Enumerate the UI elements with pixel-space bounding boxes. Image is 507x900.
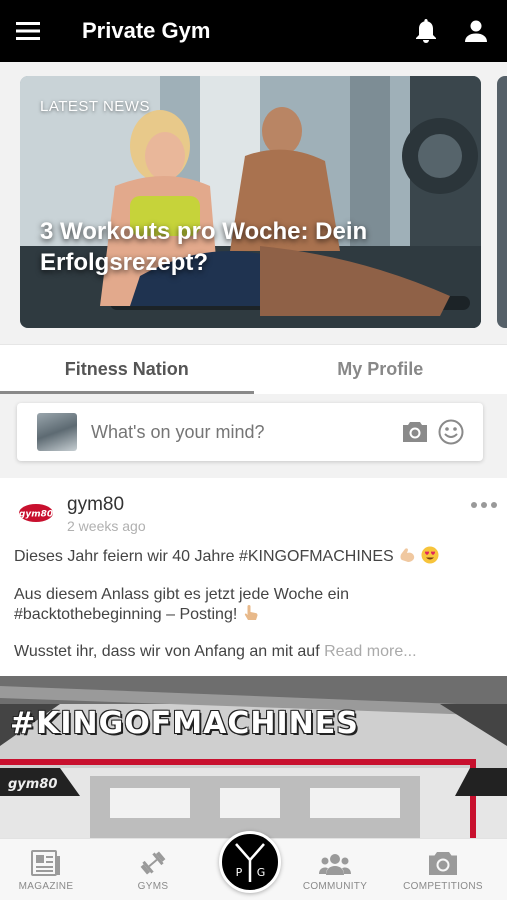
newspaper-icon [31, 850, 60, 876]
next-news-card-peek[interactable] [497, 76, 507, 328]
nav-label: COMPETITIONS [403, 881, 483, 892]
tab-fitness-nation[interactable]: Fitness Nation [0, 345, 254, 394]
group-icon [319, 854, 351, 875]
post-image[interactable]: gym80 #KINGOFMACHINES [0, 676, 507, 838]
camera-icon [429, 852, 457, 875]
heart-eyes-emoji-icon [421, 546, 439, 564]
nav-magazine[interactable]: MAGAZINE [14, 839, 78, 900]
nav-label: MAGAZINE [18, 881, 74, 892]
news-headline[interactable]: 3 Workouts pro Woche: Dein Erfolgsrezept… [40, 216, 460, 278]
user-icon [465, 20, 487, 42]
feed-post: gym80 gym80 2 weeks ago Dieses Jahr feie… [0, 478, 507, 838]
news-card[interactable]: LATEST NEWS 3 Workouts pro Woche: Dein E… [20, 76, 481, 328]
post-text: #backtothebeginning – Posting! [14, 606, 238, 623]
smiley-icon [438, 419, 464, 445]
add-photo-button[interactable] [397, 414, 433, 450]
profile-button[interactable] [451, 0, 501, 62]
post-input[interactable] [91, 421, 397, 443]
ypg-logo-icon: P G [235, 843, 266, 882]
post-text-line: Wusstet ihr, dass wir von Anfang an mit … [14, 642, 417, 662]
bell-icon [416, 19, 436, 43]
gym80-logo: gym80 [19, 504, 53, 522]
flexed-biceps-emoji-icon [400, 548, 415, 562]
svg-text:P: P [236, 866, 243, 879]
post-text: Aus diesem Anlass gibt es jetzt jede Woc… [14, 586, 349, 603]
read-more-link[interactable]: Read more... [324, 643, 416, 660]
nav-community[interactable]: COMMUNITY [290, 839, 380, 900]
nav-label: COMMUNITY [302, 881, 368, 892]
news-label: LATEST NEWS [40, 98, 150, 115]
dumbbell-icon [140, 851, 166, 875]
more-dot-icon [481, 502, 487, 508]
post-timestamp: 2 weeks ago [67, 518, 146, 534]
tab-my-profile[interactable]: My Profile [254, 345, 507, 394]
image-logo-text: gym80 [8, 777, 57, 792]
nav-label: GYMS [137, 881, 169, 892]
nav-home-logo-button[interactable]: P G [219, 831, 281, 893]
pointing-up-emoji-icon [244, 605, 258, 620]
image-banner-text: #KINGOFMACHINES [10, 706, 359, 741]
post-text: Dieses Jahr feiern wir 40 Jahre #KINGOFM… [14, 548, 394, 565]
nav-competitions[interactable]: COMPETITIONS [394, 839, 492, 900]
app-title: Private Gym [82, 18, 211, 43]
post-options-button[interactable] [471, 498, 497, 512]
post-text-line: Dieses Jahr feiern wir 40 Jahre #KINGOFM… [14, 546, 439, 567]
hamburger-menu-icon [16, 22, 40, 40]
avatar [37, 413, 77, 451]
svg-text:G: G [257, 866, 266, 879]
top-app-bar: Private Gym [0, 0, 507, 62]
more-dot-icon [491, 502, 497, 508]
post-composer [17, 403, 483, 461]
camera-icon [403, 422, 427, 442]
feed-tabs: Fitness Nation My Profile [0, 344, 507, 394]
post-image-scene: gym80 [0, 676, 507, 838]
logo-text: gym80 [19, 510, 53, 520]
news-carousel[interactable]: LATEST NEWS 3 Workouts pro Woche: Dein E… [0, 62, 507, 344]
more-dot-icon [471, 502, 477, 508]
notifications-button[interactable] [401, 0, 451, 62]
nav-gyms[interactable]: GYMS [121, 839, 185, 900]
post-text: Wusstet ihr, dass wir von Anfang an mit … [14, 643, 325, 660]
post-author[interactable]: gym80 [67, 494, 124, 516]
post-text-line: #backtothebeginning – Posting! [14, 604, 260, 625]
menu-button[interactable] [0, 0, 56, 62]
add-emoji-button[interactable] [433, 414, 469, 450]
